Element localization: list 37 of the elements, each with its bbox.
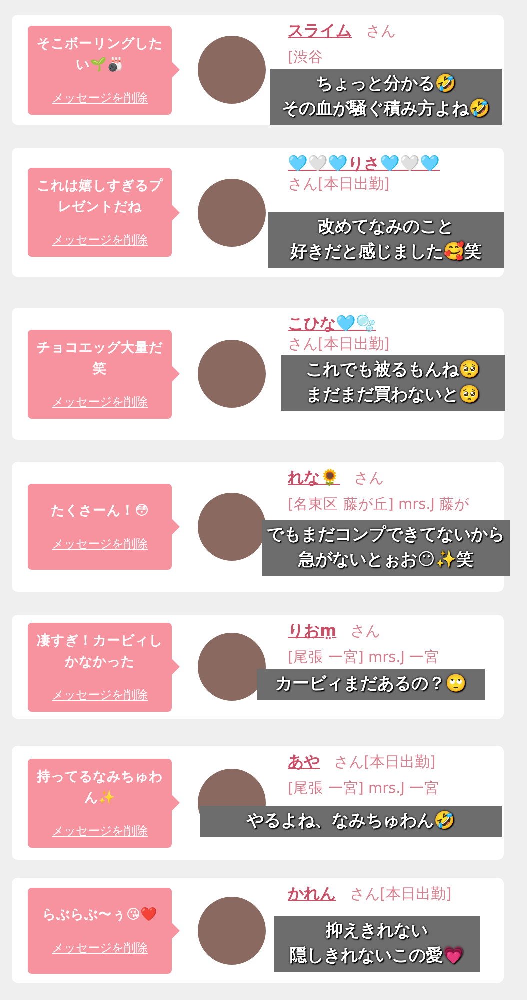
caption-text: でもまだコンプできてないから bbox=[267, 525, 505, 546]
honorific-text: さん bbox=[366, 22, 396, 42]
shop-info-text: [尾張 一宮] mrs.J 一宮 bbox=[288, 648, 441, 668]
message-text: 持ってるなみちゅわん✨ bbox=[36, 768, 164, 808]
honorific-text: さん[本日出勤] bbox=[350, 885, 452, 904]
caption-text: 急がないとぉお😶✨笑 bbox=[298, 550, 474, 572]
message-text: そこボーリングしたい🌱🎳 bbox=[36, 34, 164, 75]
user-name-link[interactable]: かれん bbox=[288, 884, 336, 906]
shop-info-text: [名東区 藤が丘] mrs.J 藤が bbox=[288, 496, 471, 514]
caption-text: その血が騒ぐ積み方よね🤣 bbox=[282, 99, 490, 120]
user-name-link[interactable]: スライム bbox=[288, 21, 352, 42]
caption-text: 好きだと感じました🥰笑 bbox=[290, 242, 482, 264]
user-name-link[interactable]: あや bbox=[288, 752, 320, 774]
message-text: これは嬉しすぎるプレゼントだね bbox=[36, 177, 164, 218]
honorific-text: さん bbox=[350, 622, 381, 642]
caption-text: ちょっと分かる🤣 bbox=[316, 74, 456, 96]
user-name-link[interactable]: りおm̤ bbox=[288, 621, 337, 642]
caption-text: まだまだ買わないと🥺 bbox=[306, 385, 480, 406]
message-text: らぶらぶ〜ぅ😘❤ bbox=[42, 906, 158, 925]
caption-text: これでも被るもんね🥺 bbox=[306, 360, 480, 382]
honorific-text: さん[本日出勤] bbox=[288, 175, 390, 194]
caption-text: 改めてなみのこと bbox=[318, 217, 454, 238]
caption-text: 抑えきれない bbox=[326, 921, 428, 942]
message-text: たくさーん！😳 bbox=[50, 502, 150, 522]
caption-text: やるよね、なみちゅわん🤣 bbox=[247, 811, 455, 832]
caption-text: カービィまだあるの？🙄 bbox=[276, 674, 466, 696]
honorific-text: さん[本日出勤] bbox=[334, 753, 436, 772]
shop-info-text: [渋谷 bbox=[288, 49, 325, 68]
message-text: 凄すぎ！カービィしかなかった bbox=[36, 632, 164, 672]
honorific-text: さん[本日出勤] bbox=[288, 335, 390, 354]
user-name-link[interactable]: こひな🩵🫧 bbox=[288, 314, 376, 336]
caption-text: 隠しきれないこの愛💗 bbox=[290, 946, 464, 968]
message-text: チョコエッグ大量だ笑 bbox=[36, 338, 164, 379]
honorific-text: さん bbox=[354, 469, 384, 488]
user-name-link[interactable]: 🩵🤍🩵りさ🩵🤍🩵 bbox=[288, 154, 440, 176]
shop-info-text: [尾張 一宮] mrs.J 一宮 bbox=[288, 780, 441, 798]
user-name-link[interactable]: れな🌻 bbox=[288, 468, 340, 490]
